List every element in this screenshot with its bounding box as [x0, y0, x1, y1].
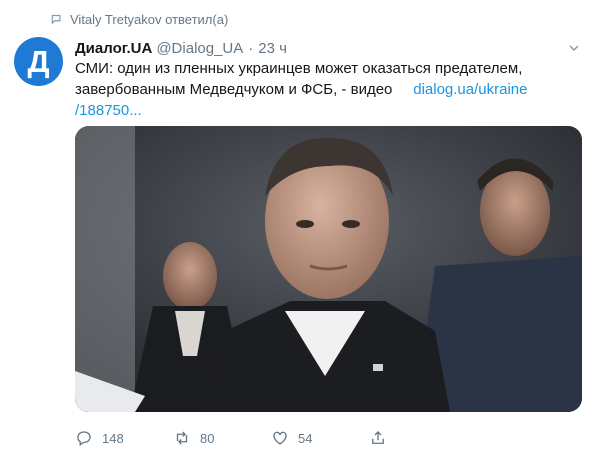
like-button[interactable]: 54 — [271, 429, 369, 447]
tweet-photo[interactable] — [75, 126, 582, 412]
avatar[interactable]: Д — [14, 37, 63, 86]
reply-icon — [77, 431, 91, 447]
separator-dot: · — [248, 39, 254, 57]
tweet-time[interactable]: 23 ч — [258, 40, 287, 57]
tweet-link-part2[interactable]: /188750... — [75, 102, 142, 119]
photo-illustration — [75, 126, 582, 412]
tweet-actions: 148 80 54 — [75, 428, 387, 448]
reply-count: 148 — [102, 430, 124, 446]
tweet-header: Диалог.UA @Dialog_UA · 23 ч — [75, 38, 582, 58]
share-icon — [372, 431, 384, 444]
reply-button[interactable]: 148 — [75, 429, 173, 447]
tweet-text-line2: завербованным Медведчуком и ФСБ, - видео — [75, 81, 393, 98]
author-name[interactable]: Диалог.UA — [75, 40, 152, 57]
tweet-text: СМИ: один из пленных украинцев может ока… — [75, 58, 560, 121]
reply-context: Vitaly Tretyakov ответил(а) — [50, 10, 228, 28]
tweet-text-line1: СМИ: один из пленных украинцев может ока… — [75, 60, 523, 77]
reply-context-text[interactable]: Vitaly Tretyakov ответил(а) — [70, 12, 228, 27]
share-button[interactable] — [369, 429, 387, 447]
like-count: 54 — [298, 430, 313, 446]
heart-icon — [273, 431, 287, 445]
avatar-letter: Д — [27, 43, 50, 79]
reply-context-icon — [51, 14, 61, 25]
chevron-down-icon[interactable] — [566, 40, 582, 56]
retweet-count: 80 — [200, 430, 215, 446]
retweet-icon — [176, 431, 188, 445]
author-handle[interactable]: @Dialog_UA — [156, 40, 243, 57]
retweet-button[interactable]: 80 — [173, 429, 271, 447]
tweet-link-part1[interactable]: dialog.ua/ukraine — [413, 81, 527, 98]
